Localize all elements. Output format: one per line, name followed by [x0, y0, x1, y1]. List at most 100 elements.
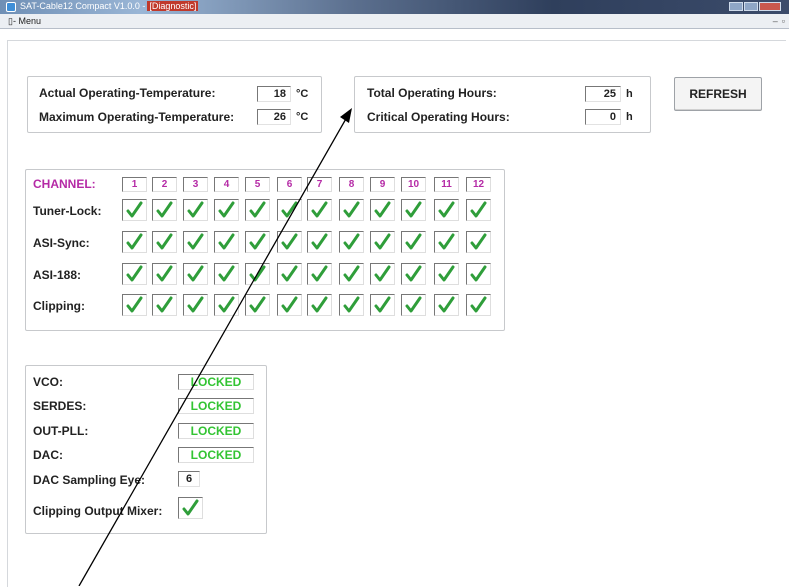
max-temp-value: 26: [257, 109, 291, 125]
refresh-button[interactable]: REFRESH: [674, 77, 762, 111]
channel-status-cell: [339, 231, 364, 253]
check-icon: [311, 265, 328, 282]
serdes-status-value: LOCKED: [178, 398, 254, 414]
check-icon: [438, 233, 455, 250]
channel-status-cell: [466, 263, 491, 285]
channel-status-cell: [434, 294, 459, 316]
channel-number-3: 3: [183, 177, 208, 192]
channel-status-cell: [434, 231, 459, 253]
dac-label: DAC:: [33, 448, 63, 462]
close-button[interactable]: [759, 2, 781, 11]
channel-status-cell: [307, 199, 332, 221]
channel-status-cell: [277, 263, 302, 285]
window-titlebar: SAT-Cable12 Compact V1.0.0 - [Diagnostic]: [0, 0, 789, 14]
check-icon: [281, 201, 298, 218]
channel-status-cell: [307, 294, 332, 316]
channel-status-cell: [339, 294, 364, 316]
channel-row-label: Tuner-Lock:: [33, 204, 102, 218]
channel-status-cell: [122, 199, 147, 221]
check-icon: [156, 296, 173, 313]
critical-hours-label: Critical Operating Hours:: [367, 110, 510, 124]
check-icon: [126, 201, 143, 218]
channel-status-cell: [307, 263, 332, 285]
channel-status-cell: [183, 231, 208, 253]
max-temp-label: Maximum Operating-Temperature:: [39, 110, 235, 124]
check-icon: [218, 265, 235, 282]
check-icon: [187, 265, 204, 282]
maximize-button[interactable]: [744, 2, 758, 11]
actual-temp-unit: °C: [296, 88, 309, 100]
serdes-label: SERDES:: [33, 399, 87, 413]
channel-number-12: 12: [466, 177, 491, 192]
check-icon: [470, 265, 487, 282]
channel-status-cell: [152, 231, 177, 253]
actual-temp-label: Actual Operating-Temperature:: [39, 86, 216, 100]
dac-sampling-eye-value: 6: [178, 471, 200, 487]
check-icon: [374, 265, 391, 282]
channel-status-cell: [370, 199, 395, 221]
check-icon: [438, 296, 455, 313]
check-icon: [281, 233, 298, 250]
check-icon: [405, 265, 422, 282]
channel-status-cell: [434, 263, 459, 285]
menu-item[interactable]: ▯- Menu: [8, 16, 41, 27]
channel-status-cell: [245, 294, 270, 316]
channel-row-label: Clipping:: [33, 299, 85, 313]
channel-row-label: ASI-Sync:: [33, 236, 90, 250]
check-icon: [187, 296, 204, 313]
check-icon: [249, 265, 266, 282]
channel-number-4: 4: [214, 177, 239, 192]
minimize-button[interactable]: [729, 2, 743, 11]
window-title-main: SAT-Cable12 Compact V1.0.0 -: [20, 1, 146, 11]
channel-status-cell: [370, 231, 395, 253]
check-icon: [405, 233, 422, 250]
app-icon: [6, 2, 16, 12]
channel-status-cell: [245, 231, 270, 253]
check-icon: [311, 296, 328, 313]
channel-status-cell: [214, 294, 239, 316]
check-icon: [218, 233, 235, 250]
menu-bar: ▯- Menu – ▫: [0, 14, 789, 29]
channel-number-1: 1: [122, 177, 147, 192]
check-icon: [126, 265, 143, 282]
channel-status-cell: [214, 199, 239, 221]
check-icon: [249, 296, 266, 313]
window-title: SAT-Cable12 Compact V1.0.0 - [Diagnostic]: [20, 1, 199, 11]
total-hours-unit: h: [626, 88, 633, 100]
out-pll-label: OUT-PLL:: [33, 424, 89, 438]
mdi-restore-button[interactable]: ▫: [782, 16, 785, 26]
channel-status-cell: [214, 231, 239, 253]
channel-row-label: ASI-188:: [33, 268, 82, 282]
clipping-output-mixer-label: Clipping Output Mixer:: [33, 504, 163, 518]
vco-status-value: LOCKED: [178, 374, 254, 390]
actual-temp-value: 18: [257, 86, 291, 102]
channel-status-cell: [152, 199, 177, 221]
mdi-controls: – ▫: [773, 16, 785, 26]
check-icon: [405, 296, 422, 313]
channel-header-label: CHANNEL:: [33, 177, 96, 191]
channel-status-cell: [401, 231, 426, 253]
critical-hours-value: 0: [585, 109, 621, 125]
channel-status-cell: [122, 231, 147, 253]
mdi-minimize-button[interactable]: –: [773, 16, 778, 26]
channel-status-cell: [245, 199, 270, 221]
channel-number-8: 8: [339, 177, 364, 192]
channel-status-cell: [401, 263, 426, 285]
channel-status-cell: [214, 263, 239, 285]
check-icon: [281, 265, 298, 282]
channel-status-cell: [370, 294, 395, 316]
out-pll-status-value: LOCKED: [178, 423, 254, 439]
check-icon: [470, 233, 487, 250]
check-icon: [438, 201, 455, 218]
channel-status-cell: [277, 199, 302, 221]
check-icon: [182, 499, 199, 516]
channel-status-cell: [183, 263, 208, 285]
check-icon: [470, 201, 487, 218]
max-temp-unit: °C: [296, 111, 309, 123]
check-icon: [470, 296, 487, 313]
channel-status-cell: [122, 263, 147, 285]
channel-number-7: 7: [307, 177, 332, 192]
total-hours-value: 25: [585, 86, 621, 102]
check-icon: [311, 201, 328, 218]
check-icon: [374, 233, 391, 250]
